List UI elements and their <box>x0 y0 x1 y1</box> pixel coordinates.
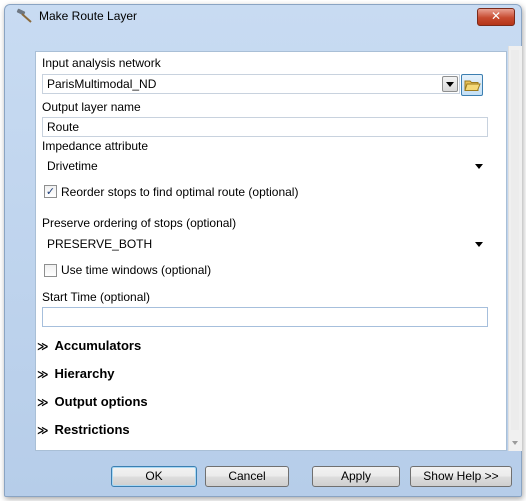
scroll-down-icon[interactable] <box>512 441 518 445</box>
close-icon: ✕ <box>490 9 502 23</box>
browse-folder-button[interactable] <box>461 74 483 96</box>
chevron-double-down-icon: ≫ <box>37 340 49 353</box>
window-title: Make Route Layer <box>39 9 138 23</box>
start-time-label: Start Time (optional) <box>42 290 151 304</box>
hammer-icon <box>16 8 34 24</box>
show-help-button[interactable]: Show Help >> <box>410 466 512 487</box>
impedance-label: Impedance attribute <box>42 139 149 153</box>
ok-button[interactable]: OK <box>111 466 197 487</box>
close-button[interactable]: ✕ <box>477 8 515 26</box>
preserve-value: PRESERVE_BOTH <box>47 237 153 251</box>
section-label: Restrictions <box>54 422 130 437</box>
title-bar[interactable]: Make Route Layer ✕ <box>5 5 521 27</box>
network-combo[interactable]: ParisMultimodal_ND <box>42 74 460 94</box>
section-hierarchy[interactable]: ≫ Hierarchy <box>37 366 115 381</box>
impedance-combo[interactable]: Drivetime <box>42 156 488 176</box>
network-value: ParisMultimodal_ND <box>47 77 157 91</box>
preserve-label: Preserve ordering of stops (optional) <box>42 216 237 230</box>
section-label: Accumulators <box>54 338 142 353</box>
chevron-down-icon <box>475 164 483 169</box>
output-layer-label: Output layer name <box>42 100 141 114</box>
network-label: Input analysis network <box>42 56 161 70</box>
scrollbar-thumb[interactable] <box>511 50 519 430</box>
section-label: Hierarchy <box>54 366 115 381</box>
output-layer-input[interactable]: Route <box>42 117 488 137</box>
time-windows-label: Use time windows (optional) <box>61 263 212 277</box>
chevron-double-down-icon: ≫ <box>37 368 49 381</box>
section-label: Output options <box>54 394 148 409</box>
reorder-checkbox[interactable]: ✓ <box>44 185 57 198</box>
reorder-label: Reorder stops to find optimal route (opt… <box>61 185 299 199</box>
cancel-button[interactable]: Cancel <box>205 466 289 487</box>
section-restrictions[interactable]: ≫ Restrictions <box>37 422 130 437</box>
chevron-down-icon <box>475 242 483 247</box>
section-accumulators[interactable]: ≫ Accumulators <box>37 338 141 353</box>
time-windows-checkbox[interactable] <box>44 264 57 277</box>
checkmark-icon: ✓ <box>45 185 56 198</box>
chevron-double-down-icon: ≫ <box>37 424 49 437</box>
vertical-scrollbar[interactable] <box>508 46 522 451</box>
dialog-window: Make Route Layer ✕ Input analysis networ… <box>4 4 522 497</box>
section-output-options[interactable]: ≫ Output options <box>37 394 148 409</box>
apply-button[interactable]: Apply <box>312 466 400 487</box>
impedance-value: Drivetime <box>47 159 98 173</box>
chevron-double-down-icon: ≫ <box>37 396 49 409</box>
network-dropdown-button[interactable] <box>442 76 458 92</box>
chevron-down-icon <box>446 82 454 87</box>
start-time-input[interactable] <box>42 307 488 327</box>
preserve-combo[interactable]: PRESERVE_BOTH <box>42 234 488 254</box>
